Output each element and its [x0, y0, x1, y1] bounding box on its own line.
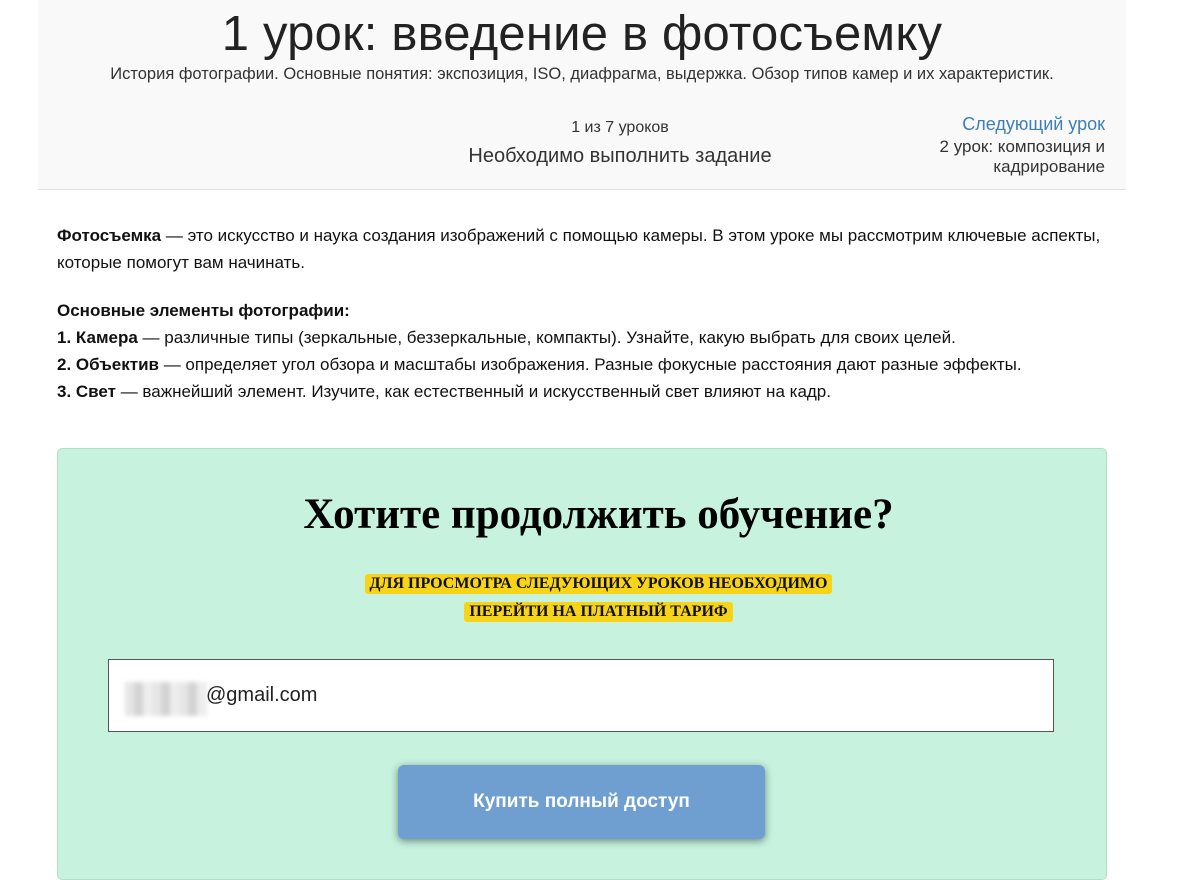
lesson-progress: 1 из 7 уроков — [571, 119, 669, 136]
paywall-notice-line-2: ПЕРЕЙТИ НА ПЛАТНЫЙ ТАРИФ — [0, 602, 1197, 622]
email-value: @gmail.com — [206, 684, 318, 706]
list-item: 2. Объектив — определяет угол обзора и м… — [57, 355, 1022, 374]
list-item: 1. Камера — различные типы (зеркальные, … — [57, 328, 956, 347]
next-lesson-name: 2 урок: композиция и кадрирование — [939, 137, 1105, 176]
email-redacted-part — [125, 682, 207, 716]
lesson-header: 1 урок: введение в фотосъемку История фо… — [38, 0, 1126, 190]
intro-paragraph: Фотосъемка — это искусство и наука созда… — [57, 222, 1117, 276]
lesson-content: Фотосъемка — это искусство и наука созда… — [57, 222, 1117, 405]
lesson-subtitle: История фотографии. Основные понятия: эк… — [110, 65, 1054, 83]
list-item: 3. Свет — важнейший элемент. Изучите, ка… — [57, 382, 831, 401]
task-required-status: Необходимо выполнить задание — [468, 145, 772, 167]
email-field[interactable]: @gmail.com — [108, 659, 1054, 732]
intro-text: — это искусство и наука создания изображ… — [57, 226, 1101, 272]
paywall-notice-line-1: ДЛЯ ПРОСМОТРА СЛЕДУЮЩИХ УРОКОВ НЕОБХОДИМ… — [0, 574, 1197, 594]
elements-heading: Основные элементы фотографии: — [57, 301, 350, 320]
buy-full-access-button[interactable]: Купить полный доступ — [398, 765, 765, 839]
lesson-title: 1 урок: введение в фотосъемку — [221, 7, 943, 61]
next-lesson-link[interactable]: Следующий урок — [962, 114, 1105, 135]
upgrade-title: Хотите продолжить обучение? — [303, 491, 894, 538]
intro-term: Фотосъемка — [57, 226, 162, 245]
